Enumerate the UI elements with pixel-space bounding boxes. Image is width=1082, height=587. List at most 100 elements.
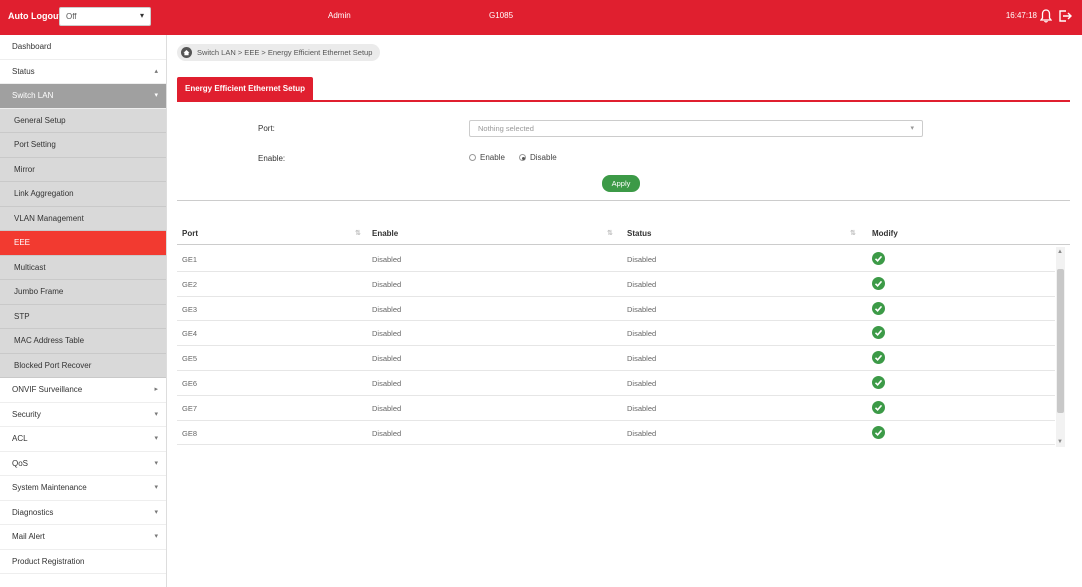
table-scrollbar[interactable]: ▲ ▼ [1056, 247, 1065, 447]
enable-radio-label: Enable [480, 153, 505, 162]
port-cell: GE8 [182, 428, 198, 438]
home-icon[interactable] [181, 47, 192, 58]
column-header-status[interactable]: Status [627, 229, 651, 238]
check-circle-icon[interactable] [872, 326, 885, 340]
sidebar-item-product-registration[interactable]: Product Registration [0, 550, 166, 574]
table-row: GE2 Disabled Disabled [177, 272, 1055, 297]
username: Admin [328, 11, 351, 20]
sidebar-item-blocked-port-recover[interactable]: Blocked Port Recover [0, 353, 166, 378]
table-row: GE1 Disabled Disabled [177, 247, 1055, 272]
sidebar-item-multicast[interactable]: Multicast [0, 255, 166, 280]
sidebar-item-label: MAC Address Table [14, 336, 85, 345]
sidebar-item-vlan-management[interactable]: VLAN Management [0, 206, 166, 231]
table-row: GE7 Disabled Disabled [177, 396, 1055, 421]
check-circle-icon[interactable] [872, 351, 885, 365]
sidebar-item-acl[interactable]: ACL ▾ [0, 427, 166, 452]
sidebar-item-mail-alert[interactable]: Mail Alert ▾ [0, 525, 166, 550]
table-row: GE3 Disabled Disabled [177, 297, 1055, 322]
chevron-down-icon: ▾ [154, 459, 158, 467]
sort-icon[interactable]: ⇅ [355, 229, 361, 237]
sidebar-item-general-setup[interactable]: General Setup [0, 108, 166, 133]
radio-unselected-icon [469, 154, 476, 161]
sidebar: Dashboard Status ▴ Switch LAN ▾ General Se… [0, 35, 167, 587]
port-cell: GE6 [182, 378, 198, 388]
chevron-down-icon: ▾ [154, 484, 158, 491]
port-select-placeholder: Nothing selected [478, 124, 534, 133]
check-circle-icon[interactable] [872, 400, 885, 414]
table-body: GE1 Disabled Disabled GE2 Disabled Disabled … [177, 247, 1055, 446]
sidebar-item-stp[interactable]: STP [0, 304, 166, 329]
sidebar-item-label: Mail Alert [12, 532, 45, 541]
sidebar-item-port-setting[interactable]: Port Setting [0, 133, 166, 158]
table-row: GE4 Disabled Disabled [177, 321, 1055, 347]
enable-cell: Disabled [372, 403, 402, 413]
scroll-down-icon[interactable]: ▼ [1057, 439, 1063, 445]
status-cell: Disabled [627, 329, 657, 339]
status-cell: Disabled [627, 255, 657, 264]
sidebar-item-label: QoS [12, 458, 29, 468]
sidebar-item-jumbo-frame[interactable]: Jumbo Frame [0, 280, 166, 305]
enable-cell: Disabled [372, 329, 402, 339]
tab-energy-efficient-ethernet-setup[interactable]: Energy Efficient Ethernet Setup [177, 77, 314, 100]
tab-underline [177, 100, 1070, 102]
enable-radio[interactable]: Enable [469, 153, 505, 162]
sort-icon[interactable]: ⇅ [607, 229, 613, 237]
bell-icon[interactable] [1040, 9, 1052, 23]
enable-cell: Disabled [372, 378, 402, 388]
enable-cell: Disabled [372, 428, 402, 438]
scroll-up-icon[interactable]: ▲ [1057, 249, 1063, 255]
sidebar-item-label: Status [12, 66, 35, 76]
disable-radio[interactable]: Disable [519, 153, 557, 162]
sidebar-item-link-aggregation[interactable]: Link Aggregation [0, 182, 166, 207]
sidebar-item-label: Dashboard [12, 42, 52, 51]
check-circle-icon[interactable] [872, 425, 885, 439]
auto-logout-select[interactable]: Off ▾ [59, 7, 151, 26]
chevron-down-icon: ▾ [154, 508, 158, 516]
column-header-enable[interactable]: Enable [372, 229, 398, 238]
port-cell: GE7 [182, 403, 198, 413]
sidebar-item-onvif-surveillance[interactable]: ONVIF Surveillance ▸ [0, 378, 166, 403]
sidebar-item-system-maintenance[interactable]: System Maintenance ▾ [0, 476, 166, 501]
sidebar-item-status[interactable]: Status ▴ [0, 60, 166, 84]
status-cell: Disabled [627, 428, 657, 438]
port-cell: GE1 [182, 255, 198, 264]
sidebar-item-label: Security [12, 409, 41, 419]
sidebar-item-mac-address-table[interactable]: MAC Address Table [0, 329, 166, 354]
sidebar-item-label: Port Setting [14, 140, 56, 149]
scrollbar-thumb[interactable] [1057, 269, 1064, 413]
breadcrumb: Switch LAN > EEE > Energy Efficient Ethe… [177, 44, 381, 61]
sidebar-item-label: Blocked Port Recover [14, 360, 92, 370]
enable-cell: Disabled [372, 354, 402, 364]
port-cell: GE4 [182, 329, 198, 339]
sidebar-item-label: Link Aggregation [14, 189, 74, 198]
status-cell: Disabled [627, 403, 657, 413]
chevron-down-icon: ▾ [154, 533, 158, 540]
sidebar-item-label: ONVIF Surveillance [12, 385, 83, 394]
sidebar-item-switch-lan[interactable]: Switch LAN ▾ [0, 84, 166, 109]
radio-selected-icon [519, 154, 526, 161]
sidebar-item-dashboard[interactable]: Dashboard [0, 35, 166, 60]
disable-radio-label: Disable [530, 153, 557, 162]
sidebar-item-qos[interactable]: QoS ▾ [0, 452, 166, 476]
sidebar-item-diagnostics[interactable]: Diagnostics ▾ [0, 501, 166, 525]
status-cell: Disabled [627, 354, 657, 364]
port-select[interactable]: Nothing selected ▾ [469, 120, 923, 137]
check-circle-icon[interactable] [872, 252, 885, 265]
device-model: G1085 [489, 11, 514, 20]
sidebar-item-eee[interactable]: EEE [0, 231, 166, 256]
logout-icon[interactable] [1058, 9, 1072, 23]
column-header-port[interactable]: Port [182, 229, 198, 238]
sidebar-item-security[interactable]: Security ▾ [0, 403, 166, 427]
sort-icon[interactable]: ⇅ [850, 229, 856, 237]
sidebar-item-label: VLAN Management [14, 213, 84, 223]
sidebar-item-label: Jumbo Frame [14, 287, 64, 296]
check-circle-icon[interactable] [872, 276, 885, 290]
check-circle-icon[interactable] [872, 301, 885, 315]
check-circle-icon[interactable] [872, 375, 885, 389]
sidebar-item-mirror[interactable]: Mirror [0, 157, 166, 182]
table-row: GE5 Disabled Disabled [177, 346, 1055, 371]
sidebar-item-label: Multicast [14, 262, 46, 272]
chevron-right-icon: ▸ [154, 386, 158, 393]
apply-button[interactable]: Apply [602, 175, 640, 192]
port-cell: GE3 [182, 304, 198, 314]
